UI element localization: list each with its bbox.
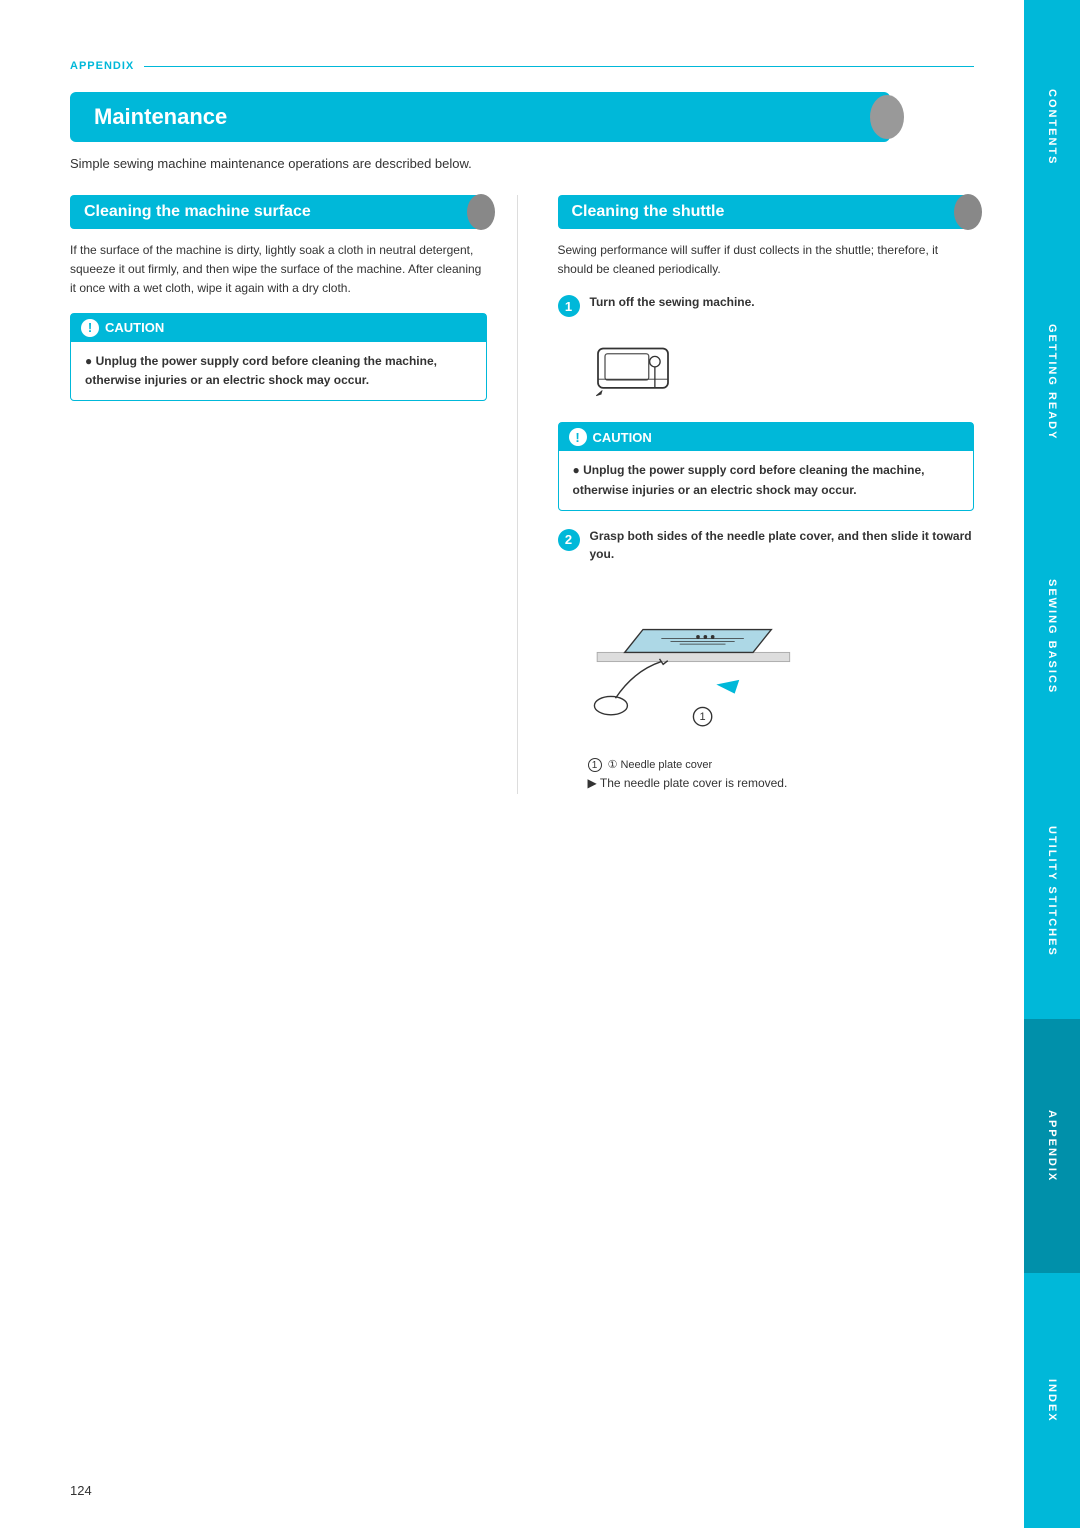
maintenance-title: Maintenance: [94, 104, 227, 130]
step-1-circle: 1: [558, 295, 580, 317]
right-caution-header: ! CAUTION: [559, 423, 974, 451]
left-column: Cleaning the machine surface If the surf…: [70, 195, 518, 794]
figure-note: 1 ① Needle plate cover: [588, 758, 975, 772]
right-caution-item: Unplug the power supply cord before clea…: [573, 461, 960, 499]
left-section-title: Cleaning the machine surface: [84, 203, 311, 221]
svg-text:1: 1: [699, 711, 705, 723]
right-caution-box: ! CAUTION Unplug the power supply cord b…: [558, 422, 975, 510]
right-caution-icon: !: [569, 428, 587, 446]
step-1: 1 Turn off the sewing machine.: [558, 293, 975, 317]
right-section-intro: Sewing performance will suffer if dust c…: [558, 241, 975, 279]
appendix-label: APPENDIX: [70, 60, 134, 72]
left-caution-box: ! CAUTION Unplug the power supply cord b…: [70, 313, 487, 401]
left-section-header: Cleaning the machine surface: [70, 195, 487, 229]
figure-circle-1: 1: [588, 758, 602, 772]
machine-illustration: [588, 331, 975, 406]
arrow-note: The needle plate cover is removed.: [588, 776, 975, 790]
right-section-crescent: [954, 194, 982, 230]
page-number: 124: [70, 1483, 92, 1498]
needle-plate-svg: 1: [588, 577, 808, 737]
sidebar-item-contents[interactable]: CONTENTS: [1024, 0, 1080, 255]
left-caution-body: Unplug the power supply cord before clea…: [71, 342, 486, 400]
sidebar-item-sewing-basics[interactable]: SEWING BASICS: [1024, 509, 1080, 764]
sidebar-item-getting-ready[interactable]: GETTING READY: [1024, 255, 1080, 510]
needle-plate-illustration: 1: [588, 577, 975, 742]
intro-text: Simple sewing machine maintenance operat…: [70, 156, 974, 171]
right-section-header: Cleaning the shuttle: [558, 195, 975, 229]
two-column-layout: Cleaning the machine surface If the surf…: [70, 195, 974, 794]
appendix-bar: APPENDIX: [70, 60, 974, 72]
sidebar-item-utility-stitches[interactable]: UTILITY STITCHES: [1024, 764, 1080, 1019]
sidebar-item-appendix[interactable]: APPENDIX: [1024, 1019, 1080, 1274]
left-section-body: If the surface of the machine is dirty, …: [70, 241, 487, 299]
step-2-circle: 2: [558, 529, 580, 551]
appendix-divider: [144, 66, 974, 67]
right-caution-label: CAUTION: [593, 430, 652, 445]
sidebar-item-index[interactable]: INDEX: [1024, 1273, 1080, 1528]
figure-note-text: ① Needle plate cover: [608, 759, 713, 771]
step-2-text: Grasp both sides of the needle plate cov…: [590, 527, 975, 563]
step-1-text: Turn off the sewing machine.: [590, 293, 755, 311]
left-caution-label: CAUTION: [105, 320, 164, 335]
right-section-title: Cleaning the shuttle: [572, 203, 725, 221]
step-2: 2 Grasp both sides of the needle plate c…: [558, 527, 975, 563]
right-caution-body: Unplug the power supply cord before clea…: [559, 451, 974, 509]
machine-svg: [588, 331, 678, 401]
caution-icon: !: [81, 319, 99, 337]
left-section-crescent: [467, 194, 495, 230]
maintenance-header: Maintenance: [70, 92, 890, 142]
right-column: Cleaning the shuttle Sewing performance …: [548, 195, 975, 794]
left-caution-header: ! CAUTION: [71, 314, 486, 342]
left-caution-item: Unplug the power supply cord before clea…: [85, 352, 472, 390]
header-crescent-decoration: [870, 95, 904, 139]
sidebar: CONTENTS GETTING READY SEWING BASICS UTI…: [1024, 0, 1080, 1528]
